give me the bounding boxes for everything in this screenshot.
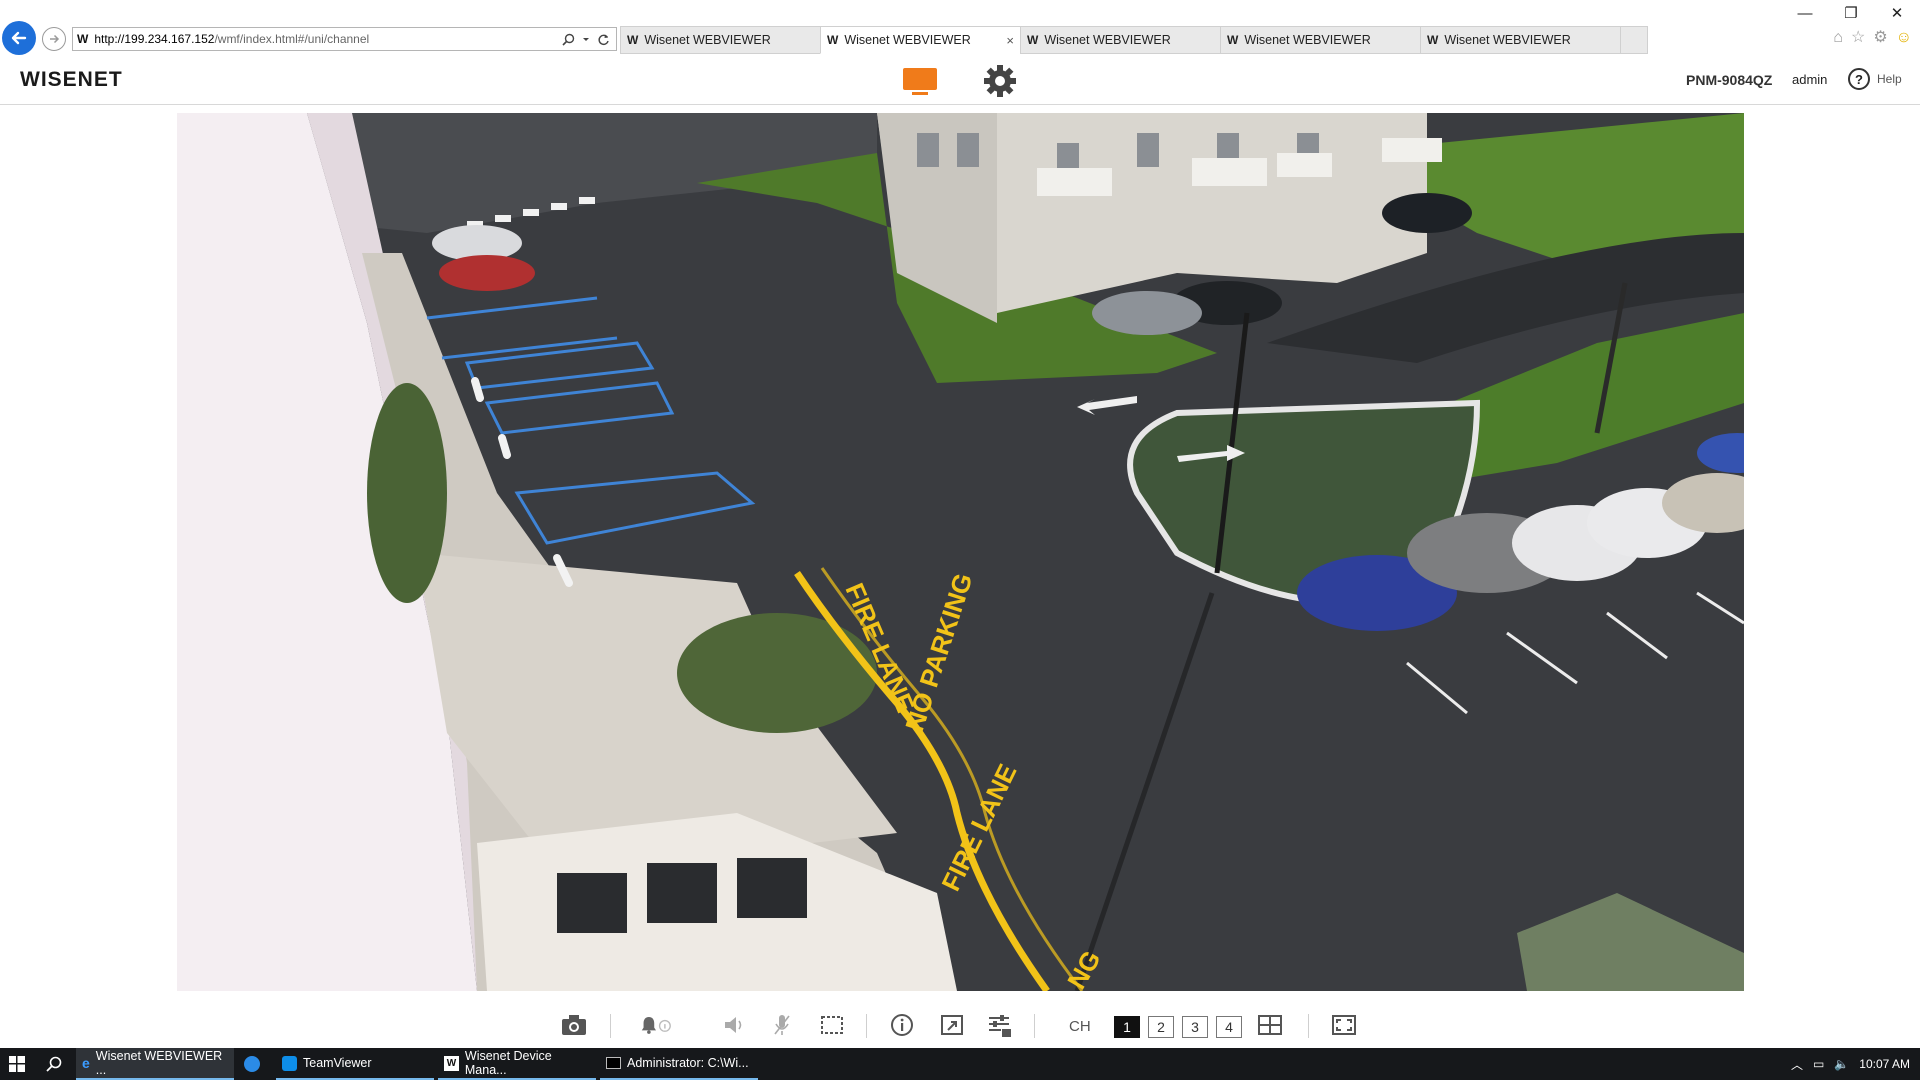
microphone-button[interactable] <box>766 1010 798 1040</box>
url-text[interactable]: http://199.234.167.152/wmf/index.html#/u… <box>94 32 562 46</box>
chevron-up-icon[interactable]: ︿ <box>1791 1056 1803 1073</box>
viewer-area: FIRE LANE NO PARKING FIRE LANE NG <box>0 106 1920 1002</box>
snapshot-button[interactable] <box>558 1010 590 1040</box>
site-favicon: W <box>77 32 89 46</box>
smiley-icon[interactable]: ☺ <box>1896 29 1912 47</box>
sliders-icon <box>989 1015 1011 1037</box>
browser-tab[interactable]: W Wisenet WEBVIEWER <box>620 26 820 54</box>
new-tab-button[interactable] <box>1620 26 1648 54</box>
info-icon <box>891 1014 913 1036</box>
fullscreen-button[interactable] <box>1328 1010 1360 1040</box>
taskbar-item-edge[interactable] <box>238 1048 270 1080</box>
ie-icon: e <box>82 1055 90 1071</box>
help-link[interactable]: Help <box>1877 72 1902 86</box>
alarm-button[interactable] <box>640 1010 672 1040</box>
taskbar-item-webviewer[interactable]: e Wisenet WEBVIEWER ... <box>76 1048 234 1080</box>
taskbar-item-teamviewer[interactable]: TeamViewer <box>276 1048 434 1080</box>
cmd-icon <box>606 1057 621 1069</box>
separator <box>1308 1014 1309 1038</box>
arrow-left-icon <box>11 31 27 45</box>
dropdown-icon[interactable] <box>582 33 590 46</box>
channel-1-button[interactable]: 1 <box>1114 1016 1140 1038</box>
split-view-button[interactable] <box>1254 1010 1286 1040</box>
search-icon <box>46 1056 62 1072</box>
browser-tab[interactable]: W Wisenet WEBVIEWER <box>1020 26 1220 54</box>
taskbar-item-cmd[interactable]: Administrator: C:\Wi... <box>600 1048 758 1080</box>
fullscreen-icon <box>1332 1015 1356 1035</box>
browser-tab-active[interactable]: W Wisenet WEBVIEWER × <box>820 26 1020 54</box>
forward-button[interactable] <box>42 27 66 51</box>
separator <box>1034 1014 1035 1038</box>
channel-3-button[interactable]: 3 <box>1182 1016 1208 1038</box>
search-icon[interactable] <box>562 33 575 46</box>
camera-model: PNM-9084QZ <box>1686 72 1773 88</box>
channel-2-button[interactable]: 2 <box>1148 1016 1174 1038</box>
star-icon[interactable]: ☆ <box>1851 29 1865 47</box>
taskbar-item-device-manager[interactable]: W Wisenet Device Mana... <box>438 1048 596 1080</box>
help-icon[interactable]: ? <box>1848 68 1870 90</box>
browser-toolbar: ⌂ ☆ ⚙ ☺ <box>1833 29 1912 47</box>
address-bar[interactable]: W http://199.234.167.152/wmf/index.html#… <box>72 27 617 51</box>
teamviewer-icon <box>282 1055 297 1071</box>
refresh-icon[interactable] <box>597 33 610 46</box>
roi-select-button[interactable] <box>816 1010 848 1040</box>
monitor-icon <box>903 68 937 95</box>
browser-chrome: W http://199.234.167.152/wmf/index.html#… <box>0 0 1920 58</box>
windows-taskbar: e Wisenet WEBVIEWER ... TeamViewer W Wis… <box>0 1048 1920 1080</box>
restore-button[interactable]: ❐ <box>1828 0 1874 26</box>
app-header: WISENET PNM-9084QZ admin ? Help <box>0 58 1920 105</box>
edge-icon <box>244 1056 260 1072</box>
grid-quad-icon <box>1258 1015 1282 1035</box>
channel-label: CH <box>1069 1018 1091 1035</box>
arrow-right-icon <box>50 34 60 44</box>
taskbar-search-button[interactable] <box>38 1048 70 1080</box>
system-tray: ︿ ▭ 🔈 10:07 AM <box>1791 1048 1910 1080</box>
start-button[interactable] <box>0 1048 34 1080</box>
home-icon[interactable]: ⌂ <box>1833 29 1843 47</box>
wisenet-logo: WISENET <box>20 68 123 91</box>
camera-frame: FIRE LANE NO PARKING FIRE LANE NG <box>177 113 1744 991</box>
channel-4-button[interactable]: 4 <box>1216 1016 1242 1038</box>
windows-logo-icon <box>9 1056 25 1072</box>
close-window-button[interactable]: ✕ <box>1874 0 1920 26</box>
close-tab-icon[interactable]: × <box>1006 33 1014 48</box>
info-button[interactable] <box>886 1010 918 1040</box>
separator <box>866 1014 867 1038</box>
bell-icon <box>641 1017 671 1034</box>
live-video[interactable]: FIRE LANE NO PARKING FIRE LANE NG <box>177 113 1744 991</box>
browser-tab[interactable]: W Wisenet WEBVIEWER <box>1420 26 1620 54</box>
separator <box>610 1014 611 1038</box>
network-icon[interactable]: ▭ <box>1813 1057 1824 1071</box>
image-adjust-button[interactable] <box>984 1010 1016 1040</box>
dashed-rectangle-icon <box>821 1016 843 1034</box>
speaker-icon <box>725 1017 742 1033</box>
volume-icon[interactable]: 🔈 <box>1834 1057 1849 1071</box>
gear-icon[interactable]: ⚙ <box>1873 29 1887 47</box>
camera-icon <box>562 1015 586 1035</box>
browser-tab[interactable]: W Wisenet WEBVIEWER <box>1220 26 1420 54</box>
video-control-bar: CH 1 2 3 4 <box>0 1002 1920 1048</box>
live-view-button[interactable] <box>902 66 938 98</box>
user-name[interactable]: admin <box>1792 72 1827 87</box>
settings-button[interactable] <box>983 64 1017 98</box>
microphone-icon <box>774 1015 790 1035</box>
tab-strip: W Wisenet WEBVIEWER W Wisenet WEBVIEWER × W… <box>620 26 1648 54</box>
aspect-ratio-button[interactable] <box>936 1010 968 1040</box>
back-button[interactable] <box>2 21 36 55</box>
minimize-button[interactable]: — <box>1782 0 1828 26</box>
wisenet-icon: W <box>444 1055 459 1071</box>
clock[interactable]: 10:07 AM <box>1859 1057 1910 1071</box>
audio-button[interactable] <box>718 1010 750 1040</box>
gear-icon <box>984 65 1016 97</box>
aspect-ratio-icon <box>941 1015 963 1035</box>
window-controls: — ❐ ✕ <box>1782 0 1920 26</box>
